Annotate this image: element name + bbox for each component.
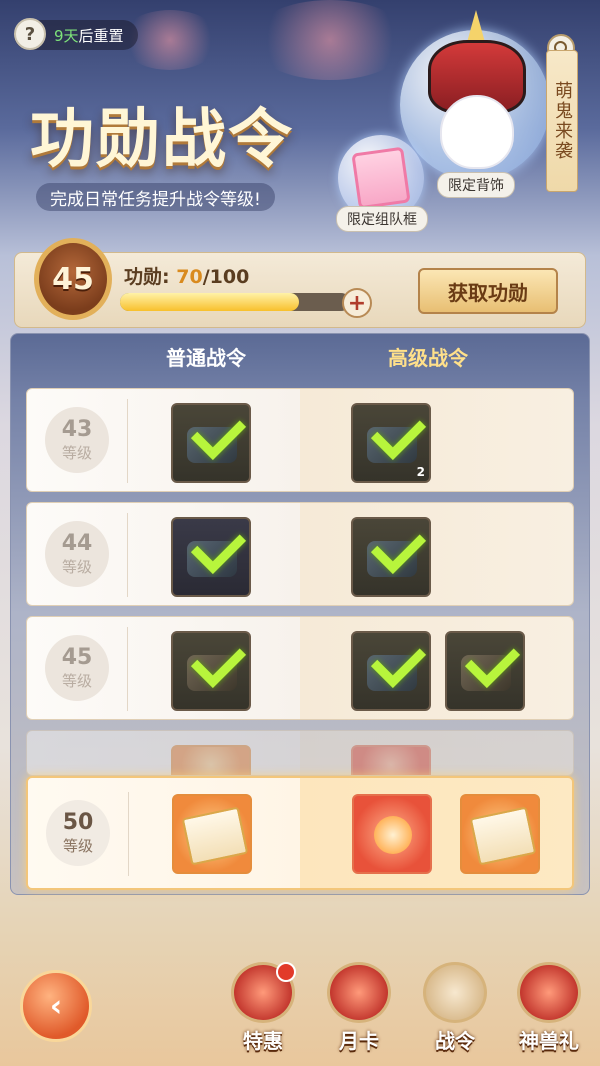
reset-suffix: 后重置 <box>78 26 124 45</box>
row-level-word: 等级 <box>61 557 92 576</box>
beast-gift-icon <box>517 962 581 1023</box>
frame-label: 限定组队框 <box>336 206 428 232</box>
milestone-reward-row[interactable]: 50 等级 <box>26 776 574 890</box>
premium-reward-item[interactable] <box>351 517 431 597</box>
nav-label: 特惠 <box>243 1029 283 1053</box>
free-reward-item[interactable] <box>171 631 251 711</box>
row-divider <box>127 399 128 483</box>
team-frame-icon <box>351 146 411 210</box>
row-level-number: 50 <box>62 809 94 835</box>
free-pass-header: 普通战令 <box>166 346 246 370</box>
nav-item-battle-pass[interactable]: 战令 <box>418 962 492 1054</box>
row-level-word: 等级 <box>61 443 92 462</box>
premium-reward-item[interactable]: 2 <box>351 403 431 483</box>
merit-progress-fill <box>120 293 300 311</box>
reward-row[interactable]: 45 等级 <box>26 616 574 720</box>
free-reward-item <box>171 745 251 775</box>
row-level-badge: 43 等级 <box>45 407 109 473</box>
free-reward-item[interactable] <box>171 517 251 597</box>
page-title: 功勋战令 <box>30 102 294 177</box>
reset-days: 9天 <box>54 26 79 45</box>
merit-progress-bar <box>120 293 350 311</box>
row-level-number: 43 <box>61 416 93 442</box>
row-level-badge: 45 等级 <box>45 635 109 701</box>
reward-row[interactable]: 43 等级 2 <box>26 388 574 492</box>
merit-label: 功勋: <box>124 266 170 288</box>
row-level-number: 44 <box>61 530 93 556</box>
nav-label: 战令 <box>435 1029 475 1053</box>
row-level-badge: 44 等级 <box>45 521 109 587</box>
premium-reward-item[interactable] <box>351 631 431 711</box>
notification-dot <box>276 962 296 982</box>
row-level-word: 等级 <box>61 671 92 690</box>
premium-pass-header: 高级战令 <box>388 346 468 370</box>
current-level-badge: 45 <box>34 238 112 320</box>
get-merit-button[interactable]: 获取功勋 <box>418 268 558 314</box>
nav-item-special-offer[interactable]: 特惠 <box>226 962 300 1054</box>
row-level-badge: 50 等级 <box>46 800 110 866</box>
free-reward-item[interactable] <box>172 794 252 874</box>
row-divider <box>127 627 128 711</box>
merit-progress-text: 功勋: 70/100 <box>124 262 249 289</box>
free-reward-item[interactable] <box>171 403 251 483</box>
nav-label: 月卡 <box>339 1029 379 1053</box>
nav-item-month-card[interactable]: 月卡 <box>322 962 396 1054</box>
reward-row-partial <box>26 730 574 776</box>
page-subtitle: 完成日常任务提升战令等级! <box>36 183 275 211</box>
scroll-icon <box>181 806 249 866</box>
merit-current: 70 <box>176 266 203 288</box>
backpiece-label: 限定背饰 <box>437 172 515 198</box>
paw-token-icon <box>374 816 412 854</box>
row-divider <box>128 792 129 876</box>
row-divider <box>127 513 128 597</box>
month-card-icon <box>327 962 391 1023</box>
row-level-word: 等级 <box>62 836 93 855</box>
premium-reward-item <box>351 745 431 775</box>
firework-decoration <box>250 0 410 80</box>
battle-pass-icon <box>423 962 487 1023</box>
nav-label: 神兽礼 <box>519 1029 579 1053</box>
merit-total: /100 <box>202 266 250 288</box>
reward-row[interactable]: 44 等级 <box>26 502 574 606</box>
scroll-icon <box>469 806 537 866</box>
row-level-number: 45 <box>61 644 93 670</box>
premium-reward-item[interactable] <box>445 631 525 711</box>
help-icon[interactable]: ? <box>14 18 46 50</box>
back-button[interactable]: ‹ <box>20 970 92 1042</box>
premium-reward-item[interactable] <box>352 794 432 874</box>
ghost-mascot <box>440 95 514 169</box>
premium-reward-item[interactable] <box>460 794 540 874</box>
event-side-banner[interactable]: 萌鬼来袭 <box>546 50 578 192</box>
item-count: 2 <box>416 465 425 479</box>
nav-item-beast-gift[interactable]: 神兽礼 <box>512 962 586 1054</box>
add-merit-button[interactable]: + <box>342 288 372 318</box>
